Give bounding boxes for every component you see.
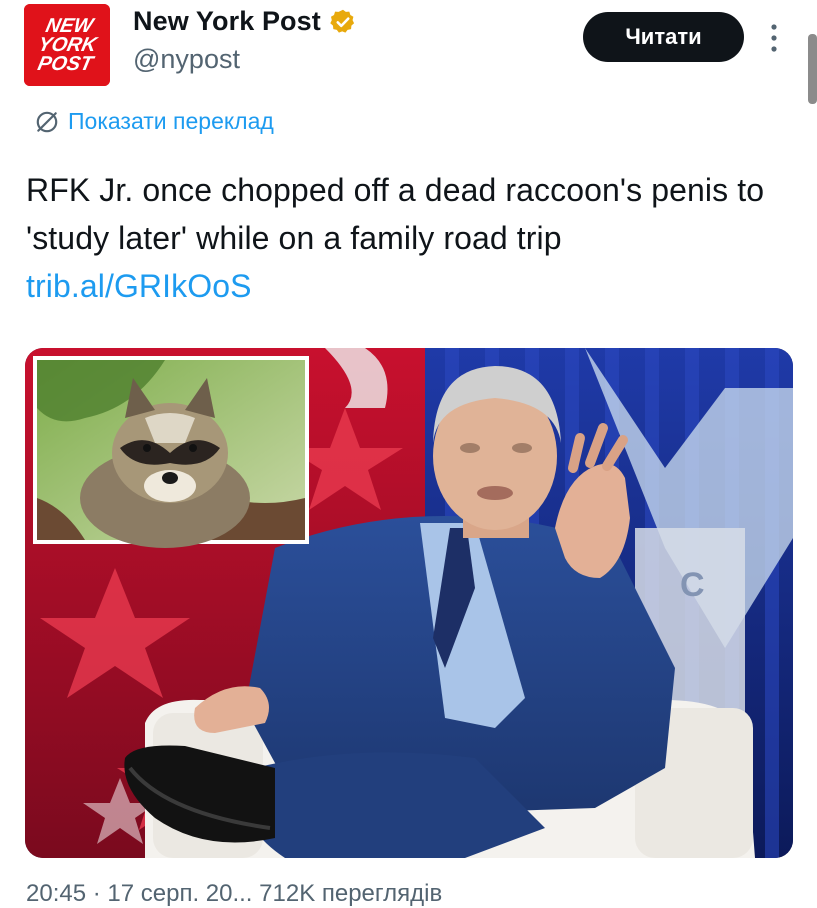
show-translation-label: Показати переклад <box>68 108 274 134</box>
globe-slash-icon <box>36 111 58 132</box>
gold-check-icon <box>329 8 357 36</box>
tweet-body: RFK Jr. once chopped off a dead raccoon'… <box>26 172 765 256</box>
show-translation-link[interactable]: Показати переклад <box>34 108 274 135</box>
tweet-meta: 20:45 · 17 серп. 20... 712K переглядів <box>26 880 443 907</box>
tweet-link[interactable]: trib.al/GRIkOoS <box>26 268 252 304</box>
account-name-row[interactable]: New York Post <box>133 6 357 37</box>
ny-post-logo-icon: NEW YORK POST <box>24 4 110 86</box>
follow-button[interactable]: Читати <box>583 12 744 62</box>
logo-line-3: POST <box>36 53 97 75</box>
stage-logo-fragment: C <box>680 566 705 604</box>
account-handle[interactable]: @nypost <box>133 44 240 75</box>
tweet-text: RFK Jr. once chopped off a dead raccoon'… <box>26 166 796 310</box>
tweet-media-image[interactable]: C <box>25 348 793 858</box>
avatar[interactable]: NEW YORK POST <box>24 4 110 86</box>
scrollbar-thumb[interactable] <box>808 34 817 104</box>
more-options-icon[interactable] <box>769 22 779 54</box>
tweet-photo: C <box>25 348 793 858</box>
display-name[interactable]: New York Post <box>133 6 321 37</box>
